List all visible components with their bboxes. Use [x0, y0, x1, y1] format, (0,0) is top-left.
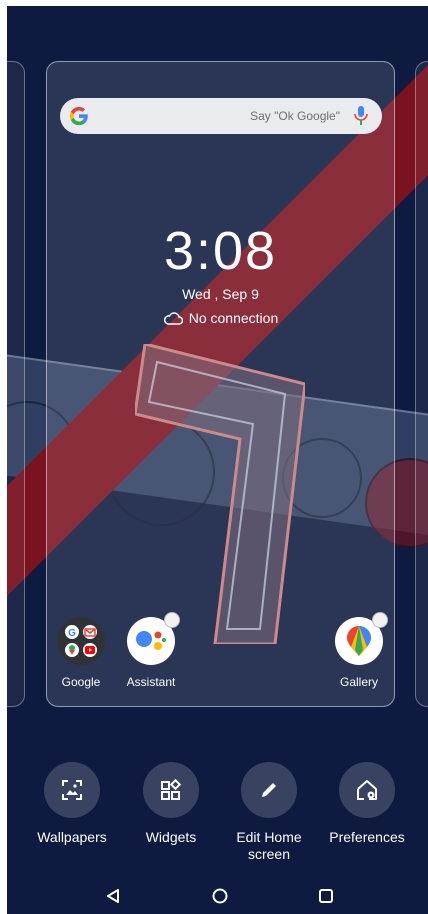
widgets-icon [143, 762, 199, 818]
clock-date: Wed , Sep 9 [182, 286, 259, 302]
app-google-folder[interactable]: G Google [51, 617, 111, 689]
app-label: Google [61, 675, 101, 689]
weather-status[interactable]: No connection [47, 310, 394, 326]
app-label: Gallery [339, 675, 378, 689]
assistant-icon [127, 612, 180, 665]
weather-text: No connection [188, 310, 279, 326]
app-gallery[interactable]: Gallery [329, 612, 389, 689]
wallpapers-button[interactable]: Wallpapers [24, 762, 120, 846]
badge-dot-icon [164, 612, 180, 628]
recents-icon[interactable] [318, 888, 334, 904]
left-page-preview[interactable] [7, 61, 25, 707]
preferences-button[interactable]: Preferences [319, 762, 415, 846]
mic-icon[interactable] [354, 106, 368, 126]
action-label: Edit Home screen [236, 829, 302, 862]
gallery-icon [335, 612, 388, 665]
svg-text:G: G [68, 628, 76, 639]
home-settings-icon [339, 762, 395, 818]
home-icon[interactable] [212, 888, 228, 904]
widgets-button[interactable]: Widgets [123, 762, 219, 846]
cloud-icon [163, 312, 183, 325]
action-label: Widgets [145, 829, 197, 845]
action-label: Wallpapers [37, 829, 107, 845]
right-page-preview[interactable] [415, 61, 428, 707]
home-page-preview[interactable]: Say "Ok Google" 3:08 Wed , Sep 9 No conn… [46, 61, 395, 707]
badge-dot-icon [372, 612, 388, 628]
google-g-icon [69, 106, 88, 126]
back-icon[interactable] [105, 888, 121, 904]
action-label: Preferences [329, 829, 405, 845]
edit-home-screen-button[interactable]: Edit Home screen [221, 762, 317, 863]
navigation-bar [7, 876, 428, 914]
home-edit-screen: Say "Ok Google" 3:08 Wed , Sep 9 No conn… [7, 6, 428, 914]
google-search-bar[interactable]: Say "Ok Google" [60, 98, 382, 134]
app-assistant[interactable]: Assistant [121, 612, 181, 689]
wallpaper-icon [44, 762, 100, 818]
app-label: Assistant [126, 675, 176, 689]
clock-time[interactable]: 3:08 [47, 220, 394, 282]
pencil-icon [241, 762, 297, 818]
google-folder-icon: G [57, 617, 105, 665]
search-placeholder: Say "Ok Google" [250, 109, 340, 123]
